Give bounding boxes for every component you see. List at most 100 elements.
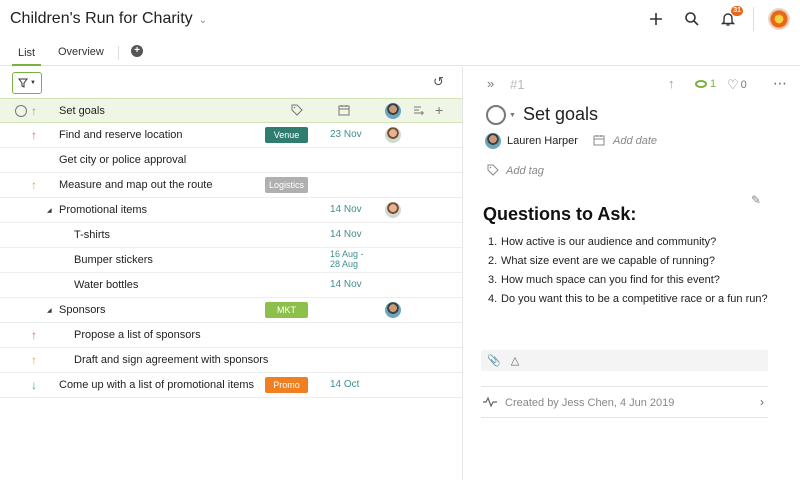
tag-icon[interactable] <box>291 104 303 119</box>
task-name[interactable]: Promotional items <box>59 204 147 216</box>
priority-up-icon[interactable]: ↑ <box>668 76 675 91</box>
task-number: #1 <box>510 77 525 92</box>
task-title[interactable]: Set goals <box>523 104 598 125</box>
collapse-caret-icon[interactable]: ◢ <box>47 207 52 214</box>
filter-button[interactable]: ▼ <box>12 72 42 94</box>
priority-medium-icon[interactable]: ↑ <box>31 178 37 192</box>
task-name[interactable]: T-shirts <box>74 229 110 241</box>
tab-overview[interactable]: Overview <box>58 46 104 58</box>
tag-badge[interactable]: Logistics <box>265 177 308 193</box>
tab-list[interactable]: List <box>12 46 42 66</box>
tab-divider <box>118 46 119 60</box>
complete-task-checkbox[interactable] <box>486 105 506 125</box>
task-name[interactable]: Propose a list of sponsors <box>74 329 201 341</box>
edit-pencil-icon[interactable]: ✎ <box>751 193 761 207</box>
watchers-count: 1 <box>710 78 717 90</box>
task-name[interactable]: Get city or police approval <box>59 154 186 166</box>
task-name[interactable]: Sponsors <box>59 304 105 316</box>
task-name[interactable]: Find and reserve location <box>59 129 183 141</box>
chevron-right-icon: › <box>760 395 764 409</box>
task-row[interactable]: ◢ Sponsors MKT <box>0 298 462 323</box>
collapse-panel-icon[interactable]: » <box>487 76 494 91</box>
due-date-range[interactable]: 16 Aug - 28 Aug <box>330 249 364 269</box>
assignee-avatar[interactable] <box>385 202 401 218</box>
task-name[interactable]: Measure and map out the route <box>59 179 212 191</box>
created-by-text: Created by Jess Chen, 4 Jun 2019 <box>505 397 675 409</box>
priority-high-icon[interactable]: ↑ <box>31 328 37 342</box>
task-name[interactable]: Draft and sign agreement with sponsors <box>74 354 268 366</box>
priority-low-icon[interactable]: ↓ <box>31 378 37 392</box>
tag-badge[interactable]: Promo <box>265 377 308 393</box>
date-start: 16 Aug - <box>330 249 364 259</box>
due-date[interactable]: 14 Nov <box>330 204 362 215</box>
due-date[interactable]: 14 Nov <box>330 279 362 290</box>
task-name[interactable]: Water bottles <box>74 279 138 291</box>
assignee-avatar[interactable] <box>385 302 401 318</box>
questions-list: 1. How active is our audience and communi… <box>483 233 783 309</box>
assignee-field[interactable]: Lauren Harper <box>485 133 578 149</box>
description-heading: Questions to Ask: <box>483 204 637 224</box>
priority-medium-icon[interactable]: ↑ <box>31 353 37 367</box>
list-item: 1. How active is our audience and communi… <box>488 236 717 248</box>
user-avatar[interactable] <box>768 8 790 30</box>
chevron-down-icon: ⌄ <box>198 14 208 26</box>
task-row[interactable]: Bumper stickers 16 Aug - 28 Aug <box>0 248 462 273</box>
status-caret-icon[interactable]: ▼ <box>509 112 516 119</box>
add-subtask-icon[interactable] <box>413 104 425 119</box>
project-title: Children's Run for Charity <box>10 10 193 27</box>
watchers-button[interactable]: 1 <box>695 78 716 90</box>
caret-down-icon: ▼ <box>30 80 36 86</box>
plus-icon[interactable] <box>645 6 667 32</box>
collapse-caret-icon[interactable]: ◢ <box>47 307 52 314</box>
task-row[interactable]: ↓ Come up with a list of promotional ite… <box>0 373 462 398</box>
add-task-icon[interactable]: + <box>435 102 443 118</box>
bell-icon[interactable]: 31 <box>717 6 743 32</box>
priority-high-icon[interactable]: ↑ <box>31 128 37 142</box>
add-view-icon[interactable]: + <box>131 45 143 57</box>
task-name[interactable]: Come up with a list of promotional items <box>59 379 254 391</box>
list-item: 4. Do you want this to be a competitive r… <box>488 293 768 305</box>
activity-row[interactable]: Created by Jess Chen, 4 Jun 2019 › <box>481 386 768 418</box>
due-date[interactable]: 23 Nov <box>330 129 362 140</box>
task-rows: ↑ Set goals + ↑ Find and reserve locatio… <box>0 98 462 398</box>
like-button[interactable]: ♡ 0 <box>727 77 747 93</box>
paperclip-icon[interactable]: 📎 <box>487 354 501 367</box>
activity-icon <box>483 396 497 411</box>
search-icon[interactable] <box>681 6 703 32</box>
refresh-icon[interactable]: ↺ <box>433 74 444 90</box>
task-name[interactable]: Bumper stickers <box>74 254 153 266</box>
heart-icon: ♡ <box>727 77 739 92</box>
task-row[interactable]: Water bottles 14 Nov <box>0 273 462 298</box>
view-tabs: List Overview + <box>0 40 800 66</box>
calendar-icon[interactable] <box>338 104 350 119</box>
likes-count: 0 <box>740 79 747 91</box>
task-row[interactable]: ↑ Set goals + <box>0 98 462 123</box>
list-item: 2. What size event are we capable of runn… <box>488 255 716 267</box>
task-row[interactable]: ◢ Promotional items 14 Nov <box>0 198 462 223</box>
notification-badge: 31 <box>731 6 743 16</box>
attachment-bar: 📎 △ <box>481 350 768 371</box>
task-row[interactable]: ↑ Find and reserve location Venue 23 Nov <box>0 123 462 148</box>
due-date[interactable]: 14 Oct <box>330 379 359 390</box>
task-row[interactable]: ↑ Measure and map out the route Logistic… <box>0 173 462 198</box>
assignee-avatar[interactable] <box>385 103 401 119</box>
tag-badge[interactable]: MKT <box>265 302 308 318</box>
task-row[interactable]: ↑ Propose a list of sponsors <box>0 323 462 348</box>
due-date[interactable]: 14 Nov <box>330 229 362 240</box>
add-tag-field[interactable]: Add tag <box>506 165 544 177</box>
drive-icon[interactable]: △ <box>511 354 519 367</box>
add-date-field[interactable]: Add date <box>613 135 657 147</box>
assignee-avatar <box>485 133 501 149</box>
assignee-avatar[interactable] <box>385 127 401 143</box>
task-name[interactable]: Set goals <box>59 105 105 117</box>
filter-icon <box>18 78 29 88</box>
task-row[interactable]: T-shirts 14 Nov <box>0 223 462 248</box>
more-options-icon[interactable]: ⋯ <box>773 75 788 92</box>
header-actions: 31 <box>645 6 790 32</box>
project-title-dropdown[interactable]: Children's Run for Charity ⌄ <box>10 10 207 28</box>
task-checkbox[interactable] <box>15 105 27 117</box>
priority-up-icon[interactable]: ↑ <box>31 104 37 118</box>
task-row[interactable]: ↑ Draft and sign agreement with sponsors <box>0 348 462 373</box>
task-row[interactable]: Get city or police approval <box>0 148 462 173</box>
tag-badge[interactable]: Venue <box>265 127 308 143</box>
